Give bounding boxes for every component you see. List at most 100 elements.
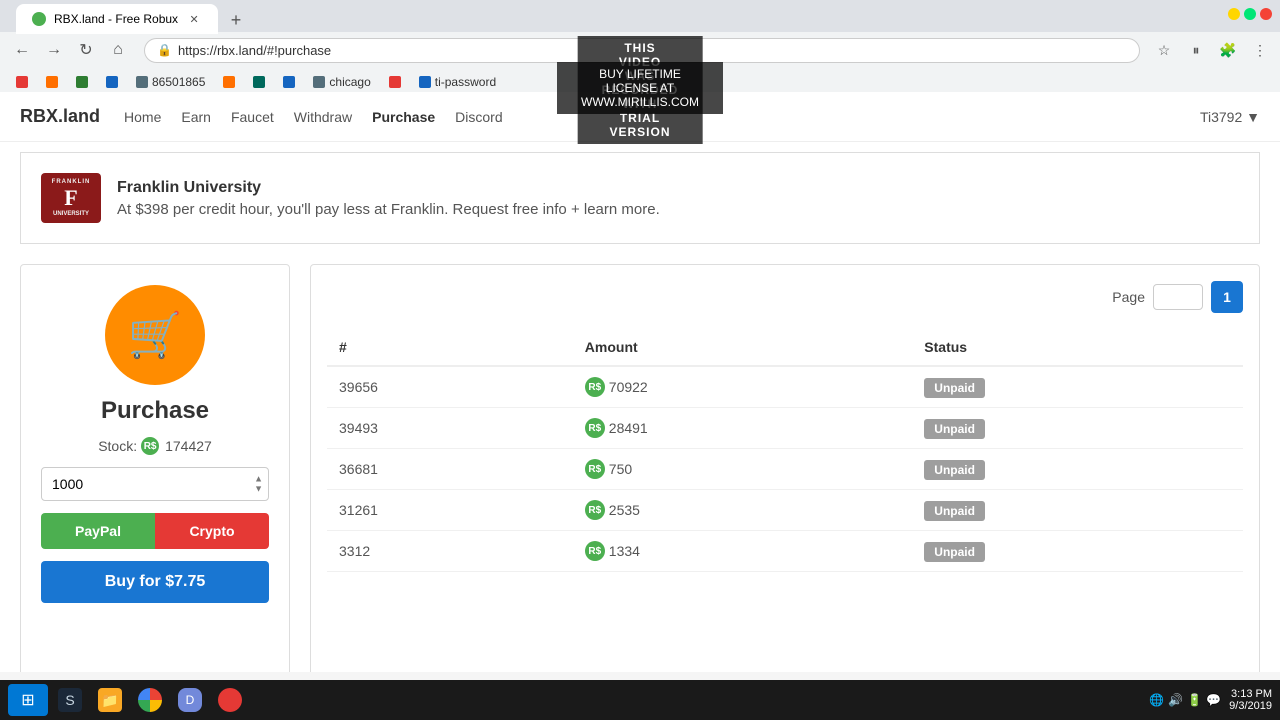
bookmark-favicon	[136, 76, 148, 88]
rs-icon: R$	[585, 377, 605, 397]
order-amount: R$1334	[573, 531, 913, 572]
taskbar-app[interactable]	[212, 682, 248, 718]
nav-purchase[interactable]: Purchase	[372, 109, 435, 125]
amount-input-wrap: ▲ ▼	[41, 467, 269, 501]
battery-icon: 🔋	[1187, 693, 1202, 707]
bookmark-favicon	[16, 76, 28, 88]
new-tab-button[interactable]: +	[222, 6, 250, 34]
bookmark-item[interactable]	[275, 74, 303, 90]
rs-icon: R$	[585, 418, 605, 438]
bookmark-favicon	[313, 76, 325, 88]
bookmark-item[interactable]	[8, 74, 36, 90]
bookmark-item[interactable]	[38, 74, 66, 90]
rs-icon: R$	[585, 459, 605, 479]
arrow-up-icon[interactable]: ▲	[254, 475, 263, 484]
purchase-card: 🛒 Purchase Stock: R$ 174427 ▲ ▼ PayPal C…	[20, 264, 290, 672]
bookmark-item-chicago[interactable]: chicago	[305, 73, 378, 91]
nav-withdraw[interactable]: Withdraw	[294, 109, 352, 125]
taskbar-discord[interactable]: D	[172, 682, 208, 718]
ad-banner: FRANKLIN F UNIVERSITY Franklin Universit…	[20, 152, 1260, 244]
start-button[interactable]: ⊞	[8, 684, 48, 716]
ad-school-name-text: Franklin University	[117, 179, 660, 197]
bookmark-favicon	[419, 76, 431, 88]
status-badge: Unpaid	[924, 378, 985, 398]
table-row: 39493 R$28491 Unpaid	[327, 408, 1243, 449]
bookmark-item[interactable]	[245, 74, 273, 90]
order-status: Unpaid	[912, 408, 1243, 449]
website: RBX.land Home Earn Faucet Withdraw Purch…	[0, 92, 1280, 672]
rs-badge-stock: R$	[141, 437, 159, 455]
extensions-icon[interactable]: 🧩	[1216, 38, 1240, 62]
pause-icon[interactable]: ⏸	[1184, 38, 1208, 62]
table-row: 31261 R$2535 Unpaid	[327, 490, 1243, 531]
ad-description: At $398 per credit hour, you'll pay less…	[117, 201, 660, 218]
taskbar-steam[interactable]: S	[52, 682, 88, 718]
paypal-button[interactable]: PayPal	[41, 513, 155, 549]
reload-button[interactable]: ↻	[72, 36, 100, 64]
status-badge: Unpaid	[924, 460, 985, 480]
bookmark-item[interactable]	[98, 74, 126, 90]
bookmark-item[interactable]	[215, 74, 243, 90]
rs-icon: R$	[585, 500, 605, 520]
buy-button[interactable]: Buy for $7.75	[41, 561, 269, 603]
nav-home[interactable]: Home	[124, 109, 161, 125]
title-bar: RBX.land - Free Robux ✕ +	[0, 0, 1280, 32]
status-badge: Unpaid	[924, 542, 985, 562]
order-id: 3312	[327, 531, 573, 572]
tab-close-button[interactable]: ✕	[186, 11, 202, 27]
time-display: 3:13 PM	[1229, 688, 1272, 700]
home-button[interactable]: ⌂	[104, 36, 132, 64]
table-row: 3312 R$1334 Unpaid	[327, 531, 1243, 572]
menu-icon[interactable]: ⋮	[1248, 38, 1272, 62]
bookmark-item-balance[interactable]: 86501865	[128, 73, 213, 91]
order-id: 31261	[327, 490, 573, 531]
amount-value: 2535	[609, 502, 640, 518]
nav-earn[interactable]: Earn	[181, 109, 211, 125]
bookmark-item-tipassword[interactable]: ti-password	[411, 73, 504, 91]
nav-discord[interactable]: Discord	[455, 109, 502, 125]
maximize-button[interactable]	[1244, 8, 1256, 20]
secure-icon: 🔒	[157, 43, 172, 57]
nav-user[interactable]: Ti3792 ▼	[1200, 109, 1260, 125]
taskbar-chrome[interactable]	[132, 682, 168, 718]
steam-icon: S	[58, 688, 82, 712]
purchase-icon: 🛒	[105, 285, 205, 385]
taskbar: ⊞ S 📁 D 🌐 🔊 🔋 💬 3:13 PM 9/3/2019	[0, 680, 1280, 720]
nav-faucet[interactable]: Faucet	[231, 109, 274, 125]
forward-button[interactable]: →	[40, 36, 68, 64]
table-body: 39656 R$70922 Unpaid 39493 R$28491 Unpai…	[327, 366, 1243, 572]
network-icon: 🌐	[1149, 693, 1164, 707]
table-row: 39656 R$70922 Unpaid	[327, 366, 1243, 408]
page-label: Page	[1112, 289, 1145, 305]
page-input[interactable]	[1153, 284, 1203, 310]
amount-value: 1334	[609, 543, 640, 559]
order-status: Unpaid	[912, 366, 1243, 408]
site-logo[interactable]: RBX.land	[20, 106, 100, 127]
minimize-button[interactable]	[1228, 8, 1240, 20]
arrow-down-icon[interactable]: ▼	[254, 485, 263, 494]
amount-input[interactable]	[41, 467, 269, 501]
crypto-button[interactable]: Crypto	[155, 513, 269, 549]
bookmark-label: 86501865	[152, 75, 205, 89]
amount-spinner[interactable]: ▲ ▼	[254, 475, 263, 494]
rs-icon: R$	[585, 541, 605, 561]
windows-logo-icon: ⊞	[21, 690, 34, 710]
order-status: Unpaid	[912, 531, 1243, 572]
ad-logo-main: F	[64, 185, 77, 211]
amount-value: 28491	[609, 420, 648, 436]
bookmark-star-icon[interactable]: ☆	[1152, 38, 1176, 62]
back-button[interactable]: ←	[8, 36, 36, 64]
browser-tab[interactable]: RBX.land - Free Robux ✕	[16, 4, 218, 34]
bookmark-item[interactable]	[381, 74, 409, 90]
window-controls	[1228, 8, 1272, 20]
order-amount: R$750	[573, 449, 913, 490]
col-header-amount: Amount	[573, 329, 913, 366]
orders-section: Page 1 # Amount Status 39656 R$709	[310, 264, 1260, 672]
ad-logo: FRANKLIN F UNIVERSITY	[41, 173, 101, 223]
close-button[interactable]	[1260, 8, 1272, 20]
order-id: 39656	[327, 366, 573, 408]
order-status: Unpaid	[912, 449, 1243, 490]
bookmark-item[interactable]	[68, 74, 96, 90]
page-button[interactable]: 1	[1211, 281, 1243, 313]
taskbar-files[interactable]: 📁	[92, 682, 128, 718]
